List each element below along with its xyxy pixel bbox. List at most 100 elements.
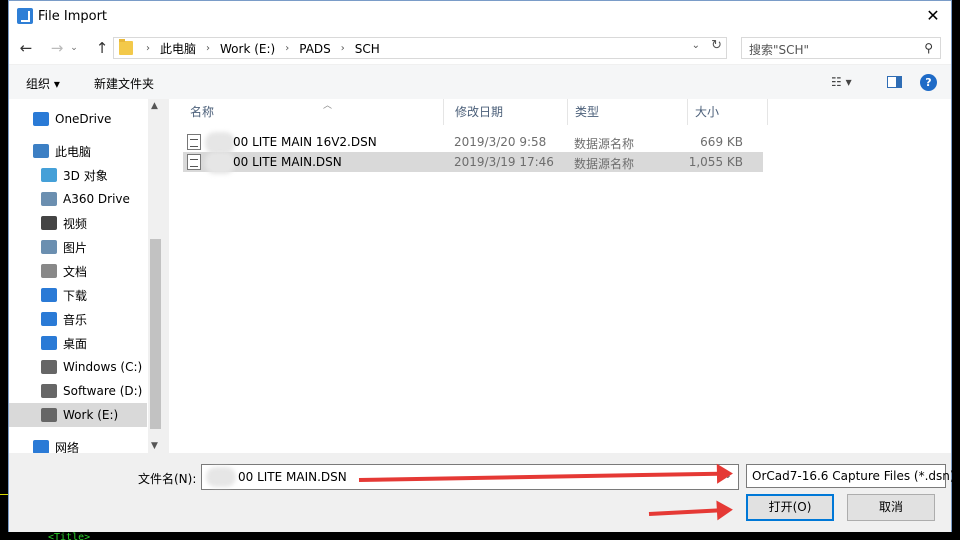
file-row[interactable]: 00 LITE MAIN 16V2.DSN 2019/3/20 9:58 数据源名称… [183,132,763,154]
drive-icon [41,384,57,398]
scrollbar-thumb[interactable] [150,239,161,429]
eye-icon [41,192,57,206]
redacted-mark [205,132,235,154]
file-type: 数据源名称 [574,137,635,151]
document-icon [41,264,57,278]
sidebar-item[interactable]: 下载 [9,283,147,307]
sidebar-item-label: 3D 对象 [63,168,108,183]
search-input[interactable]: 搜索"SCH" ⚲ [741,37,941,59]
file-import-dialog: File Import ✕ ← → ⌄ ↑ › 此电脑 › Work (E:) … [8,0,955,532]
sidebar-item[interactable]: 文档 [9,259,147,283]
sort-ascending-icon: ︿ [323,101,333,111]
organize-menu-button[interactable]: 组织 ▾ [26,75,60,92]
file-row[interactable]: 00 LITE MAIN.DSN 2019/3/19 17:46 数据源名称 1,05… [183,152,763,174]
sidebar-item[interactable]: Software (D:) [9,379,147,403]
background-right-strip [952,0,960,540]
navigation-bar: ← → ⌄ ↑ › 此电脑 › Work (E:) › PADS › SCH ⌄… [9,32,951,64]
nav-scrollbar[interactable]: ▲ ▼ [148,99,163,453]
view-options-icon[interactable]: ☷ ▾ [831,75,852,89]
sidebar-item-label: Work (E:) [63,408,119,422]
refresh-icon[interactable]: ↻ [711,38,722,53]
sidebar-item[interactable]: 音乐 [9,307,147,331]
file-list: 名称 ︿ 修改日期 类型 大小 00 LITE MAIN 16V2.DSN 201… [169,99,951,453]
network-icon [33,440,49,454]
sidebar-item[interactable]: 此电脑 [9,139,147,163]
recent-locations-chevron-icon[interactable]: ⌄ [68,37,80,59]
chevron-right-icon[interactable]: › [335,43,351,54]
file-date: 2019/3/19 17:46 [454,155,554,169]
search-placeholder: 搜索"SCH" [749,43,810,57]
sidebar-item-label: 音乐 [63,312,88,327]
file-name: 00 LITE MAIN.DSN [233,155,342,169]
sidebar-item[interactable]: A360 Drive [9,187,147,211]
scroll-down-icon[interactable]: ▼ [151,441,158,451]
drive-icon [41,408,57,422]
command-bar: 组织 ▾ 新建文件夹 ☷ ▾ ? [9,65,951,99]
help-icon[interactable]: ? [920,74,937,91]
search-icon[interactable]: ⚲ [924,41,933,55]
background-line [0,494,8,495]
sidebar-item-label: 视频 [63,216,88,231]
filename-label: 文件名(N): [138,472,197,486]
chevron-right-icon[interactable]: › [279,43,295,54]
file-name: 00 LITE MAIN 16V2.DSN [233,135,377,149]
dsn-file-icon [187,154,201,170]
breadcrumb-item[interactable]: SCH [351,42,384,56]
open-button[interactable]: 打开(O) [746,494,834,521]
dialog-footer: 文件名(N): 00 LITE MAIN.DSN ⌄ OrCad7-16.6 C… [9,453,955,532]
close-button[interactable]: ✕ [915,1,951,31]
dsn-file-icon [187,134,201,150]
window-title: File Import [38,9,108,24]
file-size: 1,055 KB [688,155,743,169]
file-type: 数据源名称 [574,157,635,171]
column-header-type[interactable]: 类型 [568,99,688,125]
title-bar[interactable]: File Import ✕ [9,1,951,32]
forward-icon[interactable]: → [46,37,68,59]
sidebar-item[interactable]: Work (E:) [9,403,147,427]
drive-icon [41,360,57,374]
breadcrumb-item[interactable]: Work (E:) [216,42,279,56]
sidebar-item-label: 下载 [63,288,88,303]
column-header-name[interactable]: 名称 ︿ [183,99,444,125]
sidebar-item-label: 此电脑 [55,144,92,159]
cancel-button[interactable]: 取消 [847,494,935,521]
column-header-size[interactable]: 大小 [688,99,768,125]
sidebar-item[interactable]: OneDrive [9,107,147,131]
chevron-right-icon[interactable]: › [200,43,216,54]
sidebar-item-label: OneDrive [55,112,112,126]
new-folder-button[interactable]: 新建文件夹 [94,75,154,92]
film-icon [41,216,57,230]
file-type-filter-value: OrCad7-16.6 Capture Files (*.dsn) [752,469,955,483]
music-icon [41,312,57,326]
file-type-filter-select[interactable]: OrCad7-16.6 Capture Files (*.dsn) [746,464,955,488]
address-dropdown-icon[interactable]: ⌄ [692,40,700,51]
sidebar-item-label: Software (D:) [63,384,143,398]
file-size: 669 KB [700,135,743,149]
navigation-pane: OneDrive 此电脑 3D 对象 A360 Drive 视频图片文档下载音乐桌面 Wi… [9,99,163,455]
up-arrow-icon[interactable]: ↑ [91,37,113,59]
computer-icon [33,144,49,158]
sidebar-item[interactable]: 图片 [9,235,147,259]
back-icon[interactable]: ← [15,37,37,59]
sidebar-item-label: 图片 [63,240,88,255]
preview-pane-icon[interactable] [887,76,902,88]
sidebar-item[interactable]: Windows (C:) [9,355,147,379]
breadcrumb-item[interactable]: PADS [295,42,335,56]
chevron-right-icon[interactable]: › [140,43,156,54]
picture-icon [41,240,57,254]
redacted-mark [206,467,236,487]
folder-icon [119,39,133,55]
sidebar-item-label: 桌面 [63,336,88,351]
scroll-up-icon[interactable]: ▲ [151,101,158,111]
filename-value: 00 LITE MAIN.DSN [238,470,347,484]
sidebar-item-label: A360 Drive [63,192,130,206]
breadcrumb: › 此电脑 › Work (E:) › PADS › SCH [140,40,384,57]
sidebar-item[interactable]: 视频 [9,211,147,235]
file-date: 2019/3/20 9:58 [454,135,547,149]
sidebar-item[interactable]: 桌面 [9,331,147,355]
desktop-icon [41,336,57,350]
address-bar[interactable]: › 此电脑 › Work (E:) › PADS › SCH ⌄ ↻ [113,37,727,59]
breadcrumb-item[interactable]: 此电脑 [156,40,200,57]
sidebar-item[interactable]: 3D 对象 [9,163,147,187]
column-header-date[interactable]: 修改日期 [448,99,568,125]
